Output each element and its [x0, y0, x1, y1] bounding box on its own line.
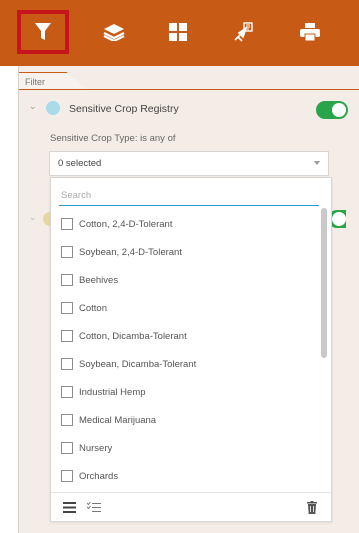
checkbox[interactable]	[61, 330, 73, 342]
crop-type-dropdown: Cotton, 2,4-D-Tolerant Soybean, 2,4-D-To…	[50, 177, 332, 522]
checkbox[interactable]	[61, 358, 73, 370]
select-value: 0 selected	[58, 158, 102, 169]
draw-button[interactable]	[217, 10, 269, 54]
toggle-knob	[332, 103, 346, 117]
list-item[interactable]: Soybean, Dicamba-Tolerant	[61, 355, 196, 373]
select-all-button[interactable]	[63, 499, 76, 515]
show-selected-button[interactable]	[87, 499, 101, 515]
tab-underline	[19, 89, 359, 90]
scrollbar[interactable]	[321, 208, 327, 483]
list-item[interactable]: Medical Marijuana	[61, 411, 156, 429]
crop-type-select[interactable]: 0 selected	[49, 151, 329, 176]
trash-icon	[307, 500, 317, 514]
list-icon	[63, 501, 76, 513]
list-item[interactable]: Cotton	[61, 299, 107, 317]
checkbox[interactable]	[61, 414, 73, 426]
tab-strip: Filter	[19, 66, 359, 90]
checkbox[interactable]	[61, 386, 73, 398]
checkbox[interactable]	[61, 274, 73, 286]
scrollbar-thumb[interactable]	[321, 208, 327, 358]
list-item[interactable]: Soybean, 2,4-D-Tolerant	[61, 243, 182, 261]
tab-filter[interactable]: Filter	[19, 72, 87, 90]
draw-tool-icon	[234, 22, 253, 42]
dropdown-footer	[51, 492, 331, 521]
checkbox[interactable]	[61, 246, 73, 258]
list-item[interactable]: Cotton, 2,4-D-Tolerant	[61, 215, 172, 233]
list-item[interactable]: Beehives	[61, 271, 118, 289]
checkbox[interactable]	[61, 470, 73, 482]
search-input[interactable]	[59, 186, 319, 206]
layers-icon	[103, 24, 125, 41]
filter-button[interactable]	[17, 10, 69, 54]
list-item[interactable]: Cotton, Dicamba-Tolerant	[61, 327, 187, 345]
list-item[interactable]: Nursery	[61, 439, 112, 457]
layer-color-dot	[46, 101, 60, 115]
clear-selection-button[interactable]	[307, 499, 317, 515]
list-item[interactable]: Industrial Hemp	[61, 383, 146, 401]
chevron-down-icon	[314, 161, 320, 165]
filter-icon	[35, 23, 51, 40]
list-item[interactable]: Orchards	[61, 467, 118, 485]
print-button[interactable]	[284, 10, 336, 54]
checkbox[interactable]	[61, 442, 73, 454]
expression-label: Sensitive Crop Type: is any of	[50, 133, 176, 144]
layer-title: Sensitive Crop Registry	[69, 103, 179, 115]
layer-filter-toggle[interactable]	[316, 101, 348, 119]
checkbox[interactable]	[61, 302, 73, 314]
printer-icon	[300, 23, 320, 41]
collapse-chevron-icon[interactable]: ⌄	[29, 101, 39, 111]
checklist-icon	[87, 501, 101, 512]
toggle-knob	[332, 212, 346, 226]
layers-button[interactable]	[88, 10, 140, 54]
collapse-chevron-icon[interactable]: ⌄	[29, 212, 37, 223]
grid-icon	[169, 23, 187, 41]
checkbox[interactable]	[61, 218, 73, 230]
widget-toolbar	[0, 0, 359, 66]
basemap-gallery-button[interactable]	[152, 10, 204, 54]
